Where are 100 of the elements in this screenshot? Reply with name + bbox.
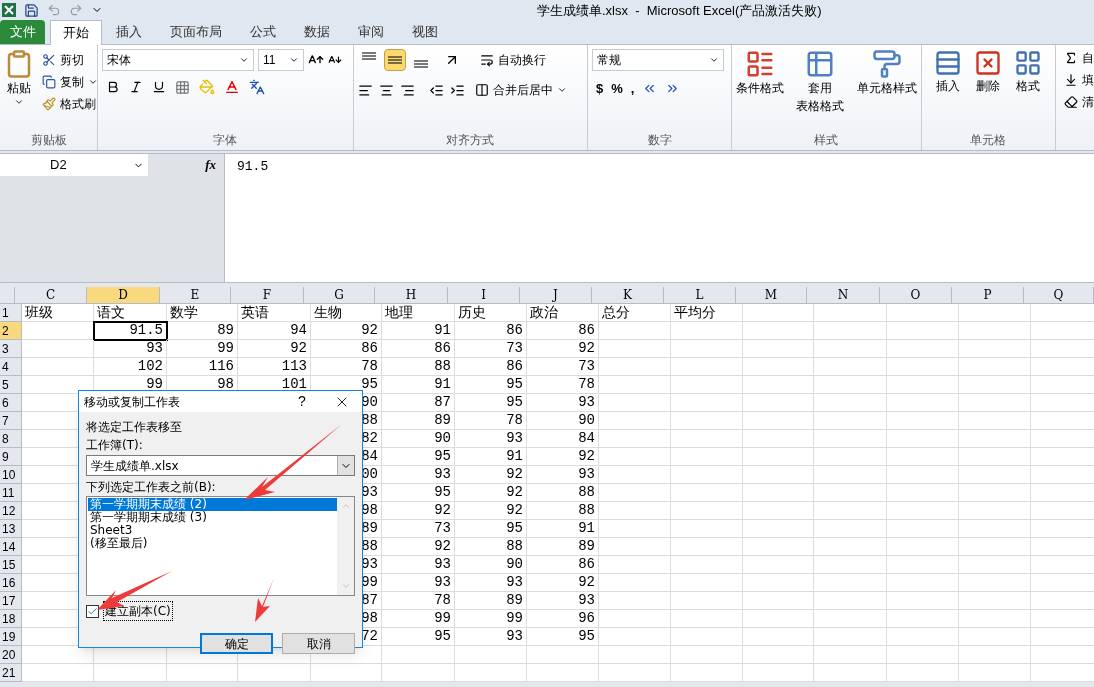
cell-action-button[interactable]: 格式 bbox=[1014, 49, 1043, 95]
table-cell[interactable]: 语文 bbox=[94, 304, 167, 322]
row-header[interactable]: 16 bbox=[0, 574, 22, 592]
table-cell[interactable]: 90 bbox=[527, 412, 599, 430]
file-tab[interactable]: 文件 bbox=[0, 20, 45, 44]
table-cell[interactable]: 113 bbox=[238, 358, 311, 376]
table-cell[interactable]: 地理 bbox=[382, 304, 455, 322]
name-box[interactable]: D2 bbox=[0, 154, 148, 176]
table-cell[interactable]: 92 bbox=[455, 484, 527, 502]
table-cell[interactable]: 86 bbox=[382, 340, 455, 358]
table-cell[interactable]: 96 bbox=[527, 610, 599, 628]
table-cell[interactable]: 88 bbox=[382, 358, 455, 376]
table-cell[interactable]: 93 bbox=[527, 466, 599, 484]
list-item[interactable]: 第一学期期末成绩 (2) bbox=[88, 498, 337, 511]
table-cell[interactable]: 93 bbox=[455, 430, 527, 448]
wrap-text-button[interactable]: 自动换行 bbox=[475, 49, 550, 71]
merge-center-button[interactable]: 合并后居中 bbox=[470, 79, 571, 101]
column-header[interactable]: L bbox=[664, 287, 736, 303]
ribbon-tab[interactable]: 插入 bbox=[102, 20, 156, 44]
table-cell[interactable]: 95 bbox=[527, 628, 599, 646]
copy-button[interactable]: 复制 bbox=[38, 71, 102, 93]
table-cell[interactable]: 92 bbox=[527, 340, 599, 358]
table-format-button[interactable]: 套用 表格格式 bbox=[796, 49, 845, 115]
font-name-field[interactable]: 宋体 bbox=[102, 49, 254, 71]
table-cell[interactable]: 89 bbox=[527, 538, 599, 556]
editing-button[interactable]: 填 bbox=[1064, 71, 1094, 89]
table-cell[interactable]: 平均分 bbox=[671, 304, 743, 322]
table-cell[interactable]: 95 bbox=[455, 520, 527, 538]
table-cell[interactable]: 90 bbox=[382, 430, 455, 448]
table-cell[interactable]: 92 bbox=[455, 502, 527, 520]
column-header[interactable]: Q bbox=[1024, 287, 1094, 303]
table-cell[interactable]: 84 bbox=[527, 430, 599, 448]
row-header[interactable]: 15 bbox=[0, 556, 22, 574]
row-header[interactable]: 2 bbox=[0, 322, 22, 340]
list-item[interactable]: Sheet3 bbox=[88, 524, 337, 537]
cell-action-button[interactable]: 插入 bbox=[934, 49, 963, 95]
table-cell[interactable]: 班级 bbox=[22, 304, 94, 322]
table-cell[interactable]: 91 bbox=[455, 448, 527, 466]
table-cell[interactable]: 89 bbox=[455, 592, 527, 610]
table-cell[interactable]: 91 bbox=[382, 376, 455, 394]
table-cell[interactable]: 92 bbox=[382, 502, 455, 520]
table-cell[interactable]: 86 bbox=[311, 340, 382, 358]
column-header[interactable]: E bbox=[160, 287, 231, 303]
table-cell[interactable]: 86 bbox=[455, 358, 527, 376]
table-cell[interactable]: 95 bbox=[382, 484, 455, 502]
row-header[interactable]: 9 bbox=[0, 448, 22, 466]
row-header[interactable]: 5 bbox=[0, 376, 22, 394]
ribbon-tab[interactable]: 审阅 bbox=[344, 20, 398, 44]
table-cell[interactable]: 73 bbox=[455, 340, 527, 358]
row-header[interactable]: 8 bbox=[0, 430, 22, 448]
row-header[interactable]: 4 bbox=[0, 358, 22, 376]
row-header[interactable]: 14 bbox=[0, 538, 22, 556]
table-cell[interactable]: 93 bbox=[527, 592, 599, 610]
row-header[interactable]: 18 bbox=[0, 610, 22, 628]
table-cell[interactable]: 历史 bbox=[455, 304, 527, 322]
format-painter-button[interactable]: 格式刷 bbox=[38, 93, 102, 115]
table-cell[interactable]: 99 bbox=[382, 610, 455, 628]
cell-action-button[interactable]: 删除 bbox=[974, 49, 1003, 95]
table-cell[interactable]: 73 bbox=[527, 358, 599, 376]
currency-button[interactable]: $ bbox=[595, 79, 604, 99]
table-cell[interactable]: 93 bbox=[382, 556, 455, 574]
table-cell[interactable]: 92 bbox=[527, 574, 599, 592]
table-cell[interactable]: 90 bbox=[455, 556, 527, 574]
table-cell[interactable]: 92 bbox=[382, 538, 455, 556]
table-cell[interactable]: 总分 bbox=[599, 304, 671, 322]
table-cell[interactable]: 86 bbox=[527, 556, 599, 574]
ribbon-tab[interactable]: 视图 bbox=[398, 20, 452, 44]
column-header[interactable]: M bbox=[736, 287, 807, 303]
column-header[interactable]: K bbox=[592, 287, 664, 303]
table-cell[interactable]: 86 bbox=[455, 322, 527, 340]
column-header[interactable]: J bbox=[520, 287, 592, 303]
number-format-field[interactable]: 常规 bbox=[591, 49, 724, 71]
table-cell[interactable]: 88 bbox=[455, 538, 527, 556]
percent-button[interactable]: % bbox=[611, 79, 623, 99]
table-cell[interactable]: 92 bbox=[527, 448, 599, 466]
ribbon-tab[interactable]: 开始 bbox=[50, 20, 102, 45]
table-cell[interactable]: 78 bbox=[382, 592, 455, 610]
row-header[interactable]: 12 bbox=[0, 502, 22, 520]
table-cell[interactable]: 93 bbox=[527, 394, 599, 412]
list-item[interactable]: (移至最后) bbox=[88, 537, 337, 550]
table-cell[interactable]: 78 bbox=[455, 412, 527, 430]
conditional-format-button[interactable]: 条件格式 bbox=[736, 49, 785, 115]
column-header[interactable]: N bbox=[807, 287, 880, 303]
table-cell[interactable]: 政治 bbox=[527, 304, 599, 322]
font-size-field[interactable]: 11 bbox=[258, 49, 304, 71]
table-cell[interactable]: 87 bbox=[382, 394, 455, 412]
column-header[interactable]: G bbox=[304, 287, 375, 303]
help-button[interactable]: ? bbox=[282, 391, 322, 412]
row-header[interactable]: 13 bbox=[0, 520, 22, 538]
table-cell[interactable]: 94 bbox=[238, 322, 311, 340]
cut-button[interactable]: 剪切 bbox=[38, 49, 102, 71]
ribbon-tab[interactable]: 数据 bbox=[290, 20, 344, 44]
column-header[interactable]: D bbox=[87, 287, 160, 303]
table-cell[interactable]: 88 bbox=[527, 484, 599, 502]
cell-styles-button[interactable]: 单元格样式 bbox=[856, 49, 917, 115]
column-header[interactable]: I bbox=[448, 287, 520, 303]
formula-field[interactable]: 91.5 bbox=[225, 154, 1094, 282]
ribbon-tab[interactable]: 公式 bbox=[236, 20, 290, 44]
comma-button[interactable]: , bbox=[630, 79, 635, 99]
table-cell[interactable]: 93 bbox=[455, 574, 527, 592]
